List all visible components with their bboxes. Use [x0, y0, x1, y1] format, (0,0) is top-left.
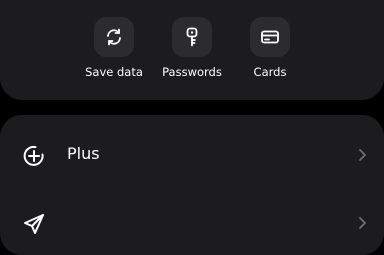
cards-label: Cards	[253, 65, 287, 79]
cards-shortcut[interactable]: Cards	[225, 17, 315, 87]
plus-circle-icon	[23, 145, 44, 166]
send-icon	[24, 214, 44, 234]
passwords-label: Passwords	[162, 65, 222, 79]
save-data-shortcut[interactable]: Save data	[69, 17, 159, 87]
menu-item-label: Plus	[67, 144, 100, 163]
sync-icon	[107, 28, 121, 46]
shortcuts-panel: Save data Passwords Cards	[0, 0, 384, 100]
credit-card-icon	[261, 30, 279, 44]
chevron-right-icon	[359, 217, 366, 229]
key-icon	[186, 27, 198, 47]
menu-list: Plus	[0, 115, 384, 255]
passwords-shortcut[interactable]: Passwords	[147, 17, 237, 87]
save-data-icon-tile	[94, 17, 134, 57]
chevron-right-icon	[359, 149, 366, 161]
cards-icon-tile	[250, 17, 290, 57]
menu-item-plus[interactable]: Plus	[0, 127, 384, 183]
save-data-label: Save data	[85, 65, 143, 79]
menu-item-second[interactable]	[0, 195, 384, 251]
passwords-icon-tile	[172, 17, 212, 57]
